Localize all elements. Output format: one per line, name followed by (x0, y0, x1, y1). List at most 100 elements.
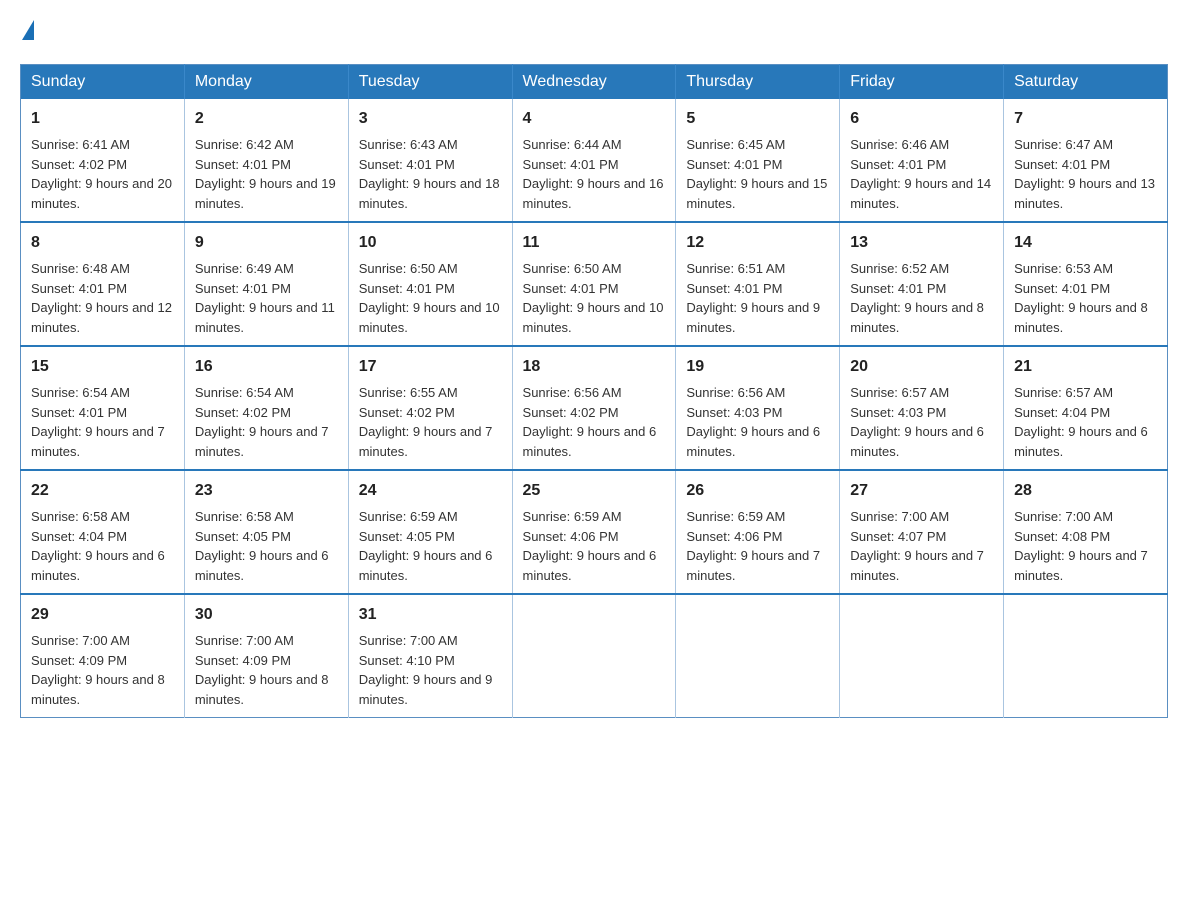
day-sunset: Sunset: 4:06 PM (523, 529, 619, 544)
day-sunrise: Sunrise: 6:59 AM (523, 509, 622, 524)
day-sunset: Sunset: 4:01 PM (850, 157, 946, 172)
day-number: 2 (195, 107, 338, 131)
day-daylight: Daylight: 9 hours and 6 minutes. (359, 548, 493, 583)
weekday-header-thursday: Thursday (676, 65, 840, 100)
calendar-cell: 21Sunrise: 6:57 AMSunset: 4:04 PMDayligh… (1004, 346, 1168, 470)
day-sunset: Sunset: 4:01 PM (1014, 157, 1110, 172)
day-sunrise: Sunrise: 7:00 AM (195, 633, 294, 648)
calendar-cell (512, 594, 676, 718)
day-number: 26 (686, 479, 829, 503)
day-sunset: Sunset: 4:05 PM (359, 529, 455, 544)
day-sunset: Sunset: 4:02 PM (523, 405, 619, 420)
day-number: 1 (31, 107, 174, 131)
day-sunrise: Sunrise: 7:00 AM (31, 633, 130, 648)
day-number: 20 (850, 355, 993, 379)
calendar-week-row: 8Sunrise: 6:48 AMSunset: 4:01 PMDaylight… (21, 222, 1168, 346)
day-daylight: Daylight: 9 hours and 7 minutes. (1014, 548, 1148, 583)
day-daylight: Daylight: 9 hours and 8 minutes. (195, 672, 329, 707)
calendar-cell: 3Sunrise: 6:43 AMSunset: 4:01 PMDaylight… (348, 99, 512, 222)
calendar-cell: 10Sunrise: 6:50 AMSunset: 4:01 PMDayligh… (348, 222, 512, 346)
calendar-cell: 29Sunrise: 7:00 AMSunset: 4:09 PMDayligh… (21, 594, 185, 718)
day-sunset: Sunset: 4:01 PM (686, 281, 782, 296)
day-sunset: Sunset: 4:09 PM (31, 653, 127, 668)
calendar-cell: 22Sunrise: 6:58 AMSunset: 4:04 PMDayligh… (21, 470, 185, 594)
weekday-header-tuesday: Tuesday (348, 65, 512, 100)
day-sunset: Sunset: 4:06 PM (686, 529, 782, 544)
day-daylight: Daylight: 9 hours and 9 minutes. (359, 672, 493, 707)
day-daylight: Daylight: 9 hours and 7 minutes. (195, 424, 329, 459)
day-daylight: Daylight: 9 hours and 6 minutes. (850, 424, 984, 459)
day-sunset: Sunset: 4:01 PM (523, 281, 619, 296)
day-number: 7 (1014, 107, 1157, 131)
day-sunset: Sunset: 4:01 PM (359, 281, 455, 296)
day-daylight: Daylight: 9 hours and 6 minutes. (686, 424, 820, 459)
day-sunset: Sunset: 4:10 PM (359, 653, 455, 668)
day-number: 12 (686, 231, 829, 255)
calendar-cell: 12Sunrise: 6:51 AMSunset: 4:01 PMDayligh… (676, 222, 840, 346)
day-number: 21 (1014, 355, 1157, 379)
day-daylight: Daylight: 9 hours and 7 minutes. (850, 548, 984, 583)
day-sunrise: Sunrise: 6:47 AM (1014, 137, 1113, 152)
calendar-cell: 28Sunrise: 7:00 AMSunset: 4:08 PMDayligh… (1004, 470, 1168, 594)
day-number: 19 (686, 355, 829, 379)
day-number: 9 (195, 231, 338, 255)
weekday-header-row: SundayMondayTuesdayWednesdayThursdayFrid… (21, 65, 1168, 100)
day-sunset: Sunset: 4:01 PM (195, 157, 291, 172)
day-sunrise: Sunrise: 6:59 AM (359, 509, 458, 524)
day-number: 23 (195, 479, 338, 503)
calendar-cell (1004, 594, 1168, 718)
day-number: 6 (850, 107, 993, 131)
calendar-week-row: 29Sunrise: 7:00 AMSunset: 4:09 PMDayligh… (21, 594, 1168, 718)
day-daylight: Daylight: 9 hours and 18 minutes. (359, 176, 500, 211)
weekday-header-monday: Monday (184, 65, 348, 100)
weekday-header-friday: Friday (840, 65, 1004, 100)
day-sunrise: Sunrise: 6:55 AM (359, 385, 458, 400)
day-daylight: Daylight: 9 hours and 6 minutes. (523, 424, 657, 459)
day-daylight: Daylight: 9 hours and 7 minutes. (359, 424, 493, 459)
calendar-cell: 16Sunrise: 6:54 AMSunset: 4:02 PMDayligh… (184, 346, 348, 470)
day-number: 3 (359, 107, 502, 131)
day-number: 25 (523, 479, 666, 503)
day-sunset: Sunset: 4:02 PM (359, 405, 455, 420)
day-number: 11 (523, 231, 666, 255)
page-header (20, 20, 1168, 44)
day-sunset: Sunset: 4:07 PM (850, 529, 946, 544)
day-daylight: Daylight: 9 hours and 15 minutes. (686, 176, 827, 211)
day-sunset: Sunset: 4:05 PM (195, 529, 291, 544)
day-daylight: Daylight: 9 hours and 9 minutes. (686, 300, 820, 335)
day-number: 28 (1014, 479, 1157, 503)
calendar-cell: 31Sunrise: 7:00 AMSunset: 4:10 PMDayligh… (348, 594, 512, 718)
calendar-cell: 30Sunrise: 7:00 AMSunset: 4:09 PMDayligh… (184, 594, 348, 718)
day-daylight: Daylight: 9 hours and 20 minutes. (31, 176, 172, 211)
calendar-cell: 24Sunrise: 6:59 AMSunset: 4:05 PMDayligh… (348, 470, 512, 594)
day-sunrise: Sunrise: 6:58 AM (31, 509, 130, 524)
calendar-cell: 26Sunrise: 6:59 AMSunset: 4:06 PMDayligh… (676, 470, 840, 594)
calendar-cell: 25 Sunrise: 6:59 AM Sunset: 4:06 PM Dayligh… (512, 470, 676, 594)
day-daylight: Daylight: 9 hours and 8 minutes. (850, 300, 984, 335)
calendar-cell: 6Sunrise: 6:46 AMSunset: 4:01 PMDaylight… (840, 99, 1004, 222)
day-sunrise: Sunrise: 6:59 AM (686, 509, 785, 524)
day-daylight: Daylight: 9 hours and 8 minutes. (31, 672, 165, 707)
day-sunset: Sunset: 4:01 PM (1014, 281, 1110, 296)
day-daylight: Daylight: 9 hours and 16 minutes. (523, 176, 664, 211)
day-sunset: Sunset: 4:02 PM (31, 157, 127, 172)
day-daylight: Daylight: 9 hours and 6 minutes. (1014, 424, 1148, 459)
day-sunrise: Sunrise: 6:46 AM (850, 137, 949, 152)
day-number: 5 (686, 107, 829, 131)
calendar-cell: 27Sunrise: 7:00 AMSunset: 4:07 PMDayligh… (840, 470, 1004, 594)
day-number: 4 (523, 107, 666, 131)
day-daylight: Daylight: 9 hours and 13 minutes. (1014, 176, 1155, 211)
day-daylight: Daylight: 9 hours and 10 minutes. (359, 300, 500, 335)
day-daylight: Daylight: 9 hours and 6 minutes. (523, 548, 657, 583)
calendar-cell: 5Sunrise: 6:45 AMSunset: 4:01 PMDaylight… (676, 99, 840, 222)
calendar-cell: 15Sunrise: 6:54 AMSunset: 4:01 PMDayligh… (21, 346, 185, 470)
day-sunrise: Sunrise: 6:56 AM (523, 385, 622, 400)
weekday-header-saturday: Saturday (1004, 65, 1168, 100)
day-sunrise: Sunrise: 6:43 AM (359, 137, 458, 152)
calendar-cell: 13Sunrise: 6:52 AMSunset: 4:01 PMDayligh… (840, 222, 1004, 346)
day-daylight: Daylight: 9 hours and 6 minutes. (195, 548, 329, 583)
weekday-header-sunday: Sunday (21, 65, 185, 100)
day-number: 27 (850, 479, 993, 503)
calendar-cell: 18Sunrise: 6:56 AMSunset: 4:02 PMDayligh… (512, 346, 676, 470)
calendar-cell: 1Sunrise: 6:41 AMSunset: 4:02 PMDaylight… (21, 99, 185, 222)
